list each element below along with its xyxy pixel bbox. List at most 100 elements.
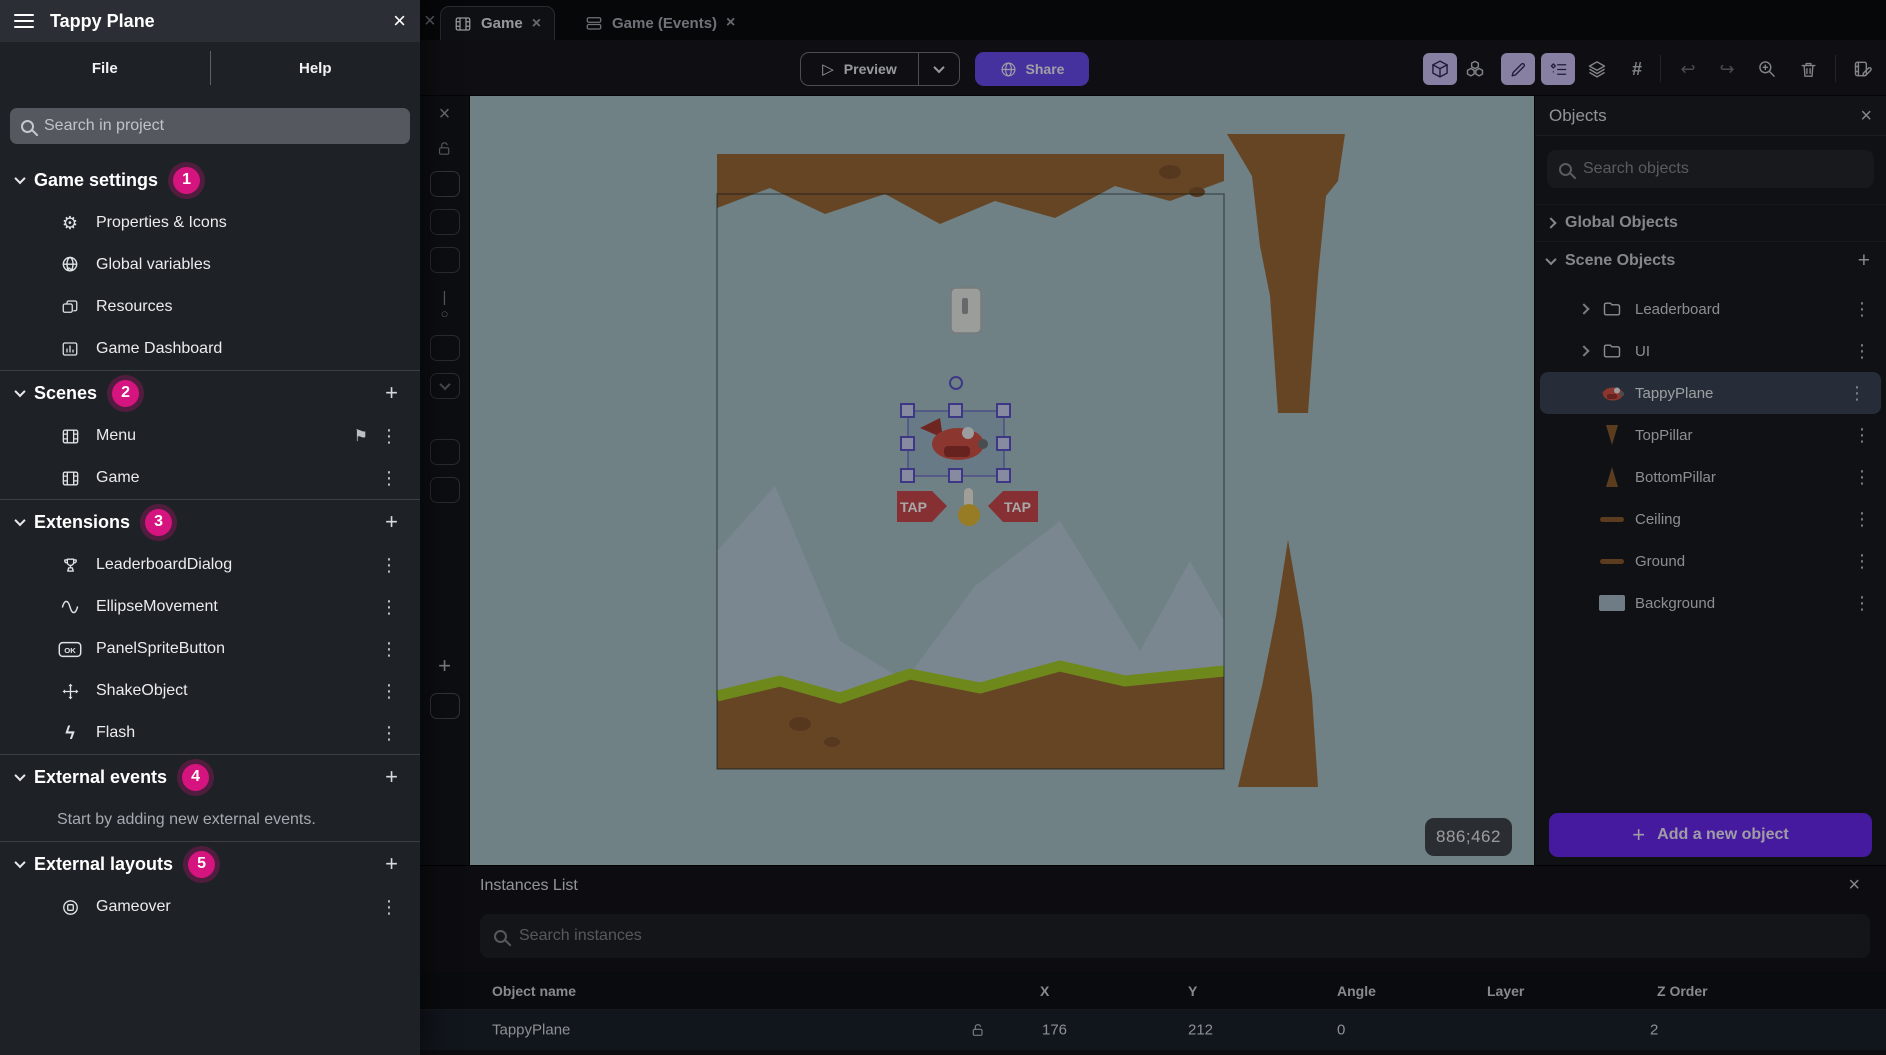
tab-close-icon[interactable]: ×	[532, 16, 541, 32]
column-z-order[interactable]: Z Order	[1657, 983, 1708, 999]
object-row-ceiling[interactable]: Ceiling ⋮	[1535, 498, 1886, 540]
zoom-button[interactable]	[1750, 53, 1784, 85]
strip-button[interactable]	[430, 209, 460, 235]
kebab-menu-icon[interactable]: ⋮	[380, 556, 398, 574]
extension-ellipsemovement[interactable]: EllipseMovement ⋮	[0, 586, 420, 628]
kebab-menu-icon[interactable]: ⋮	[1853, 300, 1871, 318]
kebab-menu-icon[interactable]: ⋮	[380, 898, 398, 916]
grid-button[interactable]: #	[1620, 53, 1654, 85]
kebab-menu-icon[interactable]: ⋮	[380, 640, 398, 658]
kebab-menu-icon[interactable]: ⋮	[1853, 468, 1871, 486]
preview-button[interactable]: ▷ Preview	[801, 53, 919, 85]
ceiling-instance[interactable]	[717, 154, 1224, 224]
column-x[interactable]: X	[1040, 983, 1049, 999]
kebab-menu-icon[interactable]: ⋮	[1853, 426, 1871, 444]
objects-search-input[interactable]	[1583, 160, 1862, 178]
tab-game-events[interactable]: Game (Events) ×	[572, 6, 748, 40]
section-game-settings[interactable]: Game settings 1	[0, 158, 420, 202]
section-external-events[interactable]: External events 4 +	[0, 755, 420, 799]
delete-button[interactable]	[1791, 53, 1825, 85]
column-y[interactable]: Y	[1188, 983, 1197, 999]
external-layout-gameover[interactable]: Gameover ⋮	[0, 886, 420, 928]
item-game-dashboard[interactable]: Game Dashboard	[0, 328, 420, 370]
kebab-menu-icon[interactable]: ⋮	[380, 724, 398, 742]
add-new-object-button[interactable]: + Add a new object	[1549, 813, 1872, 857]
bottom-pillar-instance[interactable]	[1238, 540, 1318, 787]
layers-button[interactable]	[1580, 53, 1614, 85]
scene-item-game[interactable]: Game ⋮	[0, 457, 420, 499]
edit-scene-properties-button[interactable]	[1846, 53, 1880, 85]
add-extension-icon[interactable]: +	[385, 509, 398, 535]
strip-button[interactable]	[430, 247, 460, 273]
item-properties-icons[interactable]: ⚙ Properties & Icons	[0, 202, 420, 244]
tab-game-scene[interactable]: Game ×	[440, 6, 555, 40]
object-row-toppillar[interactable]: TopPillar ⋮	[1535, 414, 1886, 456]
instances-search[interactable]	[480, 914, 1870, 958]
kebab-menu-icon[interactable]: ⋮	[1853, 552, 1871, 570]
kebab-menu-icon[interactable]: ⋮	[380, 682, 398, 700]
redo-button[interactable]: ↪	[1710, 53, 1744, 85]
strip-dropdown-button[interactable]	[430, 373, 460, 399]
panel-close-icon[interactable]: ×	[439, 104, 451, 124]
instances-panel-close-icon[interactable]: ×	[1848, 875, 1860, 895]
toggle-3d-view-button[interactable]	[1423, 53, 1457, 85]
strip-button[interactable]	[430, 335, 460, 361]
scene-canvas[interactable]: TAP TAP 886;462	[470, 96, 1534, 865]
objects-search[interactable]	[1547, 150, 1874, 188]
item-sprite[interactable]	[951, 288, 981, 333]
kebab-menu-icon[interactable]: ⋮	[1853, 594, 1871, 612]
strip-button[interactable]	[430, 171, 460, 197]
kebab-menu-icon[interactable]: ⋮	[1853, 342, 1871, 360]
add-scene-icon[interactable]: +	[385, 380, 398, 406]
add-external-layout-icon[interactable]: +	[385, 851, 398, 877]
instance-z-order[interactable]: 2	[1650, 1022, 1658, 1039]
kebab-menu-icon[interactable]: ⋮	[380, 598, 398, 616]
scene-objects-section[interactable]: Scene Objects +	[1535, 242, 1886, 280]
section-external-layouts[interactable]: External layouts 5 +	[0, 842, 420, 886]
top-pillar-instance[interactable]	[1227, 134, 1345, 413]
objects-panel-close-icon[interactable]: ×	[1860, 106, 1872, 126]
object-row-bottompillar[interactable]: BottomPillar ⋮	[1535, 456, 1886, 498]
strip-button[interactable]	[430, 477, 460, 503]
preview-options-button[interactable]	[919, 53, 959, 85]
extension-panelspritebutton[interactable]: OK PanelSpriteButton ⋮	[0, 628, 420, 670]
column-object-name[interactable]: Object name	[492, 983, 576, 999]
extension-shakeobject[interactable]: ShakeObject ⋮	[0, 670, 420, 712]
project-search[interactable]	[10, 108, 410, 144]
section-scenes[interactable]: Scenes 2 +	[0, 371, 420, 415]
strip-button[interactable]	[430, 439, 460, 465]
object-row-ground[interactable]: Ground ⋮	[1535, 540, 1886, 582]
add-external-event-icon[interactable]: +	[385, 764, 398, 790]
object-folder-ui[interactable]: UI ⋮	[1535, 330, 1886, 372]
add-object-icon[interactable]: +	[1858, 249, 1870, 273]
section-extensions[interactable]: Extensions 3 +	[0, 500, 420, 544]
hidden-tab-close-icon[interactable]: ×	[424, 11, 436, 31]
column-angle[interactable]: Angle	[1337, 983, 1376, 999]
object-folder-leaderboard[interactable]: Leaderboard ⋮	[1535, 288, 1886, 330]
edit-mode-button[interactable]	[1501, 53, 1535, 85]
menu-file[interactable]: File	[0, 60, 210, 77]
kebab-menu-icon[interactable]: ⋮	[380, 469, 398, 487]
column-layer[interactable]: Layer	[1487, 983, 1524, 999]
extension-flash[interactable]: ϟ Flash ⋮	[0, 712, 420, 754]
instances-search-input[interactable]	[519, 927, 1856, 945]
menu-help[interactable]: Help	[211, 60, 421, 77]
object-row-tappyplane[interactable]: TappyPlane ⋮	[1540, 372, 1881, 414]
project-manager-close-icon[interactable]: ×	[393, 10, 406, 32]
project-search-input[interactable]	[44, 117, 399, 135]
undo-button[interactable]: ↩	[1671, 53, 1705, 85]
item-global-variables[interactable]: Global variables	[0, 244, 420, 286]
item-resources[interactable]: Resources	[0, 286, 420, 328]
instances-list-button[interactable]	[1541, 53, 1575, 85]
instance-y[interactable]: 212	[1188, 1022, 1213, 1039]
extension-leaderboarddialog[interactable]: LeaderboardDialog ⋮	[0, 544, 420, 586]
strip-add-icon[interactable]: +	[438, 653, 451, 679]
object-row-background[interactable]: Background ⋮	[1535, 582, 1886, 624]
instance-x[interactable]: 176	[1042, 1022, 1067, 1039]
instance-row-tappyplane[interactable]: TappyPlane 176 212 0 2	[420, 1010, 1886, 1050]
tab-close-icon[interactable]: ×	[726, 15, 735, 31]
kebab-menu-icon[interactable]: ⋮	[1848, 384, 1866, 402]
objects-list-button[interactable]	[1458, 53, 1492, 85]
strip-button[interactable]	[430, 693, 460, 719]
share-button[interactable]: Share	[975, 52, 1089, 86]
